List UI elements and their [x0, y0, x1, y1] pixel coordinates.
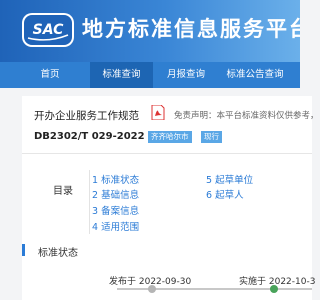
- divider: [22, 153, 312, 154]
- nav-standard-search[interactable]: 标准查询: [90, 62, 153, 88]
- publish-dot: [148, 285, 156, 293]
- toc-item-drafting-unit[interactable]: 5 起草单位: [206, 172, 253, 186]
- toc-item-basic-info[interactable]: 2 基础信息: [92, 187, 139, 201]
- logo-text: SAC: [33, 22, 64, 38]
- region-tag: 齐齐哈尔市: [148, 131, 192, 143]
- toc-item-scope[interactable]: 4 适用范围: [92, 219, 139, 233]
- toc-item-filing-info[interactable]: 3 备案信息: [92, 203, 139, 217]
- nav-announcement-search[interactable]: 标准公告查询: [219, 62, 291, 88]
- section-marker: [22, 244, 25, 256]
- nav-home[interactable]: 首页: [0, 62, 100, 88]
- toc-label: 目录: [53, 186, 73, 197]
- section-title-status: 标准状态: [38, 248, 78, 259]
- nav-monthly-report[interactable]: 月报查询: [153, 62, 219, 88]
- implement-dot: [270, 285, 278, 293]
- status-tag: 现行: [201, 131, 222, 143]
- toc-item-status[interactable]: 1 标准状态: [92, 172, 139, 186]
- site-title: 地方标准信息服务平台: [82, 17, 300, 41]
- header-banner: SAC 地方标准信息服务平台: [0, 0, 300, 62]
- timeline-line: [117, 288, 312, 290]
- pdf-icon[interactable]: [151, 105, 165, 120]
- standard-code: DB2302/T 029-2022: [34, 131, 145, 142]
- toc-item-drafters[interactable]: 6 起草人: [206, 187, 244, 201]
- main-nav: 首页 标准查询 月报查询 标准公告查询: [0, 62, 300, 88]
- standard-detail-card: 开办企业服务工作规范 免责声明：本平台标准资料仅供参考， DB2302/T 02…: [22, 96, 319, 300]
- sac-logo[interactable]: SAC: [22, 13, 74, 47]
- toc-separator: [89, 170, 90, 234]
- disclaimer-text: 免责声明：本平台标准资料仅供参考，: [174, 111, 319, 121]
- document-title: 开办企业服务工作规范: [34, 110, 139, 122]
- implement-date-label: 实施于 2022-10-3: [239, 277, 316, 287]
